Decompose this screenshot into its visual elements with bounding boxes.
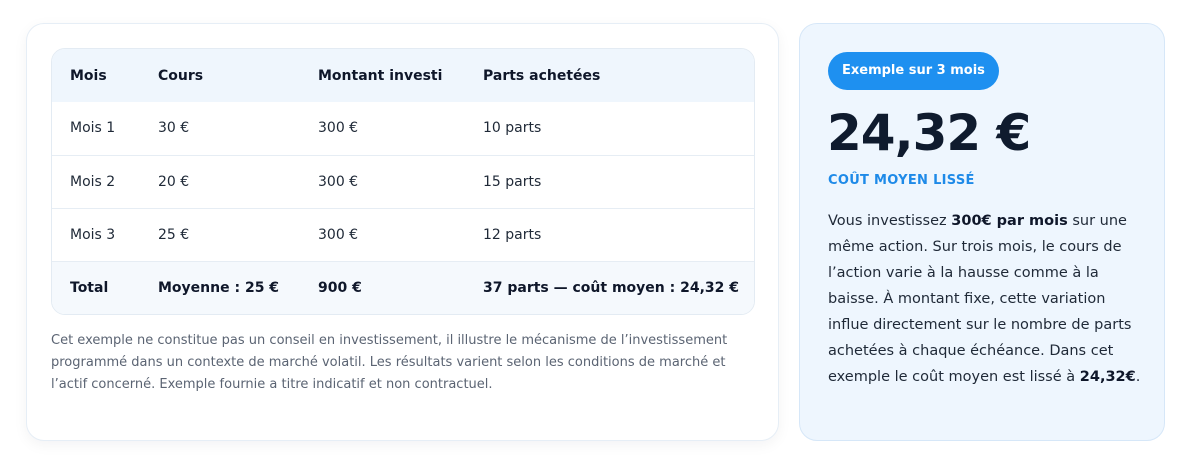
- cell-amount: 300 €: [300, 207, 465, 261]
- desc-text: Vous investissez: [828, 213, 952, 229]
- table-row: Mois 1 30 € 300 € 10 parts: [52, 102, 754, 155]
- table-total-row: Total Moyenne : 25 € 900 € 37 parts — co…: [52, 260, 754, 314]
- table-header-row: Mois Cours Montant investi Parts achetée…: [52, 49, 754, 102]
- cell-amount: 300 €: [300, 154, 465, 208]
- header-month: Mois: [70, 67, 107, 84]
- desc-emphasis-amount: 300€ par mois: [951, 213, 1068, 229]
- average-cost-label: COÛT MOYEN LISSÉ: [828, 173, 975, 188]
- summary-description: Vous investissez 300€ par mois sur une m…: [828, 208, 1148, 390]
- total-amount: 900 €: [300, 260, 465, 314]
- total-average-price: Moyenne : 25 €: [140, 260, 300, 314]
- summary-card: Exemple sur 3 mois 24,32 € COÛT MOYEN LI…: [799, 23, 1165, 441]
- total-shares: 37 parts — coût moyen : 24,32 €: [465, 260, 754, 314]
- cell-shares: 15 parts: [465, 154, 754, 208]
- example-table-card: Mois Cours Montant investi Parts achetée…: [26, 23, 779, 441]
- desc-text: sur une même action. Sur trois mois, le …: [828, 213, 1132, 385]
- cell-shares: 12 parts: [465, 207, 754, 261]
- cell-price: 20 €: [140, 154, 300, 208]
- header-shares: Parts achetées: [483, 67, 601, 84]
- cell-month: Mois 1: [70, 120, 116, 137]
- header-price: Cours: [158, 67, 204, 84]
- cell-month: Mois 3: [52, 207, 140, 261]
- dca-table-container: Mois Cours Montant investi Parts achetée…: [51, 48, 755, 315]
- table-row: Mois 2 20 € 300 € 15 parts: [52, 154, 754, 208]
- cell-price: 30 €: [158, 120, 190, 137]
- disclaimer-note: Cet exemple ne constitue pas un conseil …: [51, 333, 728, 392]
- desc-emphasis-cost: 24,32€: [1079, 369, 1136, 385]
- header-amount: Montant investi: [318, 67, 443, 84]
- cell-shares: 10 parts: [483, 120, 542, 137]
- average-cost-value: 24,32 €: [827, 104, 1031, 162]
- cell-amount: 300 €: [318, 120, 359, 137]
- dca-table: Mois Cours Montant investi Parts achetée…: [52, 49, 754, 314]
- desc-text: .: [1135, 369, 1141, 385]
- example-badge: Exemple sur 3 mois: [828, 52, 999, 90]
- total-label: Total: [52, 260, 140, 314]
- cell-price: 25 €: [140, 207, 300, 261]
- table-row: Mois 3 25 € 300 € 12 parts: [52, 207, 754, 261]
- cell-month: Mois 2: [52, 154, 140, 208]
